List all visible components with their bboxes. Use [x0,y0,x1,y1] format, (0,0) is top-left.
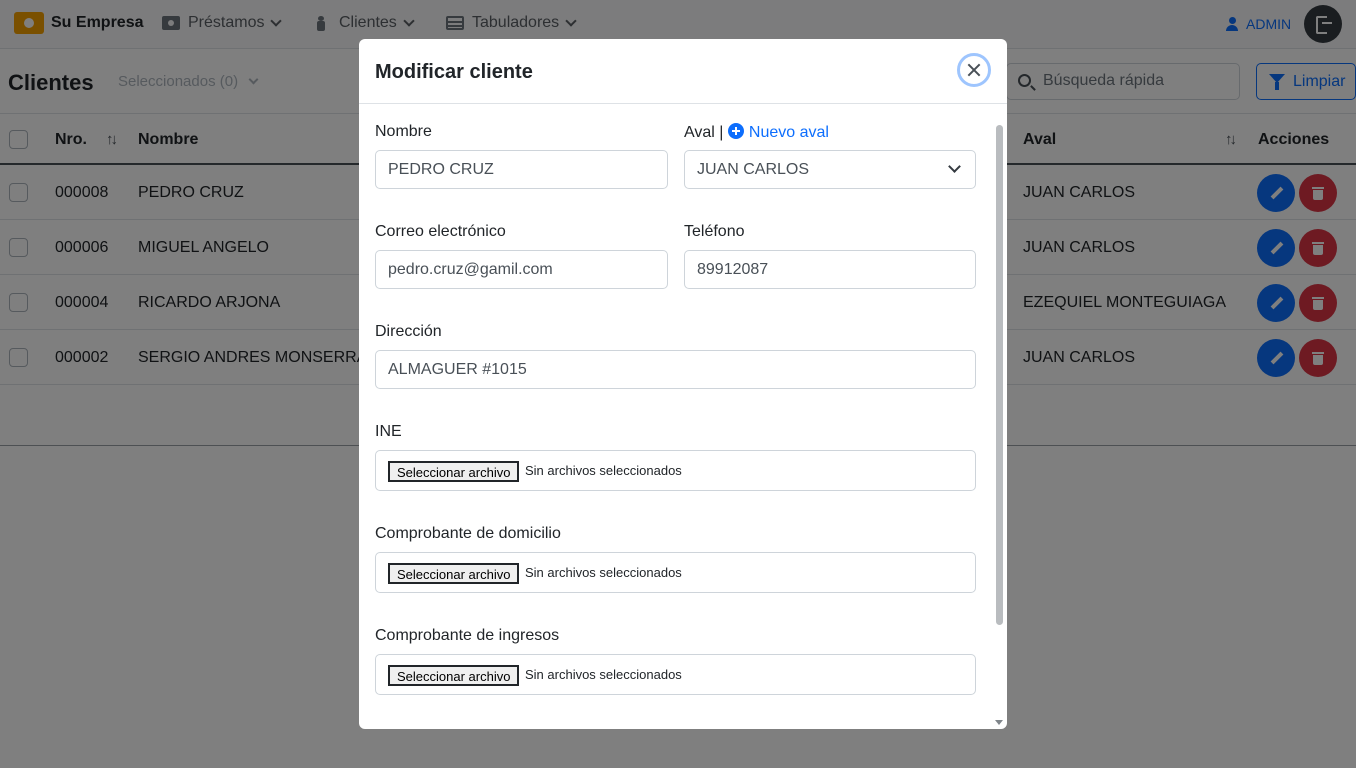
ingresos-label: Comprobante de ingresos [375,627,560,644]
close-icon[interactable] [957,53,991,87]
edit-client-modal: Modificar cliente Nombre PEDRO CRUZ Aval… [359,39,1007,729]
ingresos-file-button[interactable]: Seleccionar archivo [388,665,520,686]
correo-label: Correo electrónico [375,223,506,240]
scroll-down-arrow-icon[interactable] [995,720,1003,725]
phone-field[interactable]: 89912087 [684,250,976,289]
telefono-label: Teléfono [684,223,745,240]
modal-body: Nombre PEDRO CRUZ Aval | Nuevo aval JUAN… [359,105,1007,729]
new-guarantor-label: Nuevo aval [748,124,829,141]
ine-file-button[interactable]: Seleccionar archivo [388,461,520,482]
aval-label: Aval | [684,124,724,141]
email-field[interactable]: pedro.cruz@gamil.com [375,250,668,289]
ine-label: INE [375,423,402,440]
nombre-label: Nombre [375,123,432,140]
domicilio-file-button[interactable]: Seleccionar archivo [388,563,520,584]
ine-file-input[interactable]: Seleccionar archivo Sin archivos selecci… [375,450,976,491]
domicilio-file-status: Sin archivos seleccionados [525,565,682,580]
nombre-input[interactable]: PEDRO CRUZ [375,150,668,189]
ingresos-file-input[interactable]: Seleccionar archivo Sin archivos selecci… [375,654,976,695]
ine-file-status: Sin archivos seleccionados [525,463,682,478]
modal-scrollbar[interactable] [995,121,1004,729]
aval-select[interactable]: JUAN CARLOS [684,150,976,189]
modal-header: Modificar cliente [359,39,1007,104]
direccion-label: Dirección [375,323,442,340]
ingresos-file-status: Sin archivos seleccionados [525,667,682,682]
chevron-down-icon [948,160,961,173]
domicilio-file-input[interactable]: Seleccionar archivo Sin archivos selecci… [375,552,976,593]
scrollbar-thumb[interactable] [996,125,1003,625]
domicilio-label: Comprobante de domicilio [375,525,561,542]
address-field[interactable]: ALMAGUER #1015 [375,350,976,389]
plus-circle-icon [727,123,744,139]
aval-select-value: JUAN CARLOS [697,161,810,178]
new-guarantor-link[interactable]: Nuevo aval [727,123,829,141]
modal-title: Modificar cliente [375,61,533,83]
aval-label-group: Aval | Nuevo aval [684,123,829,142]
